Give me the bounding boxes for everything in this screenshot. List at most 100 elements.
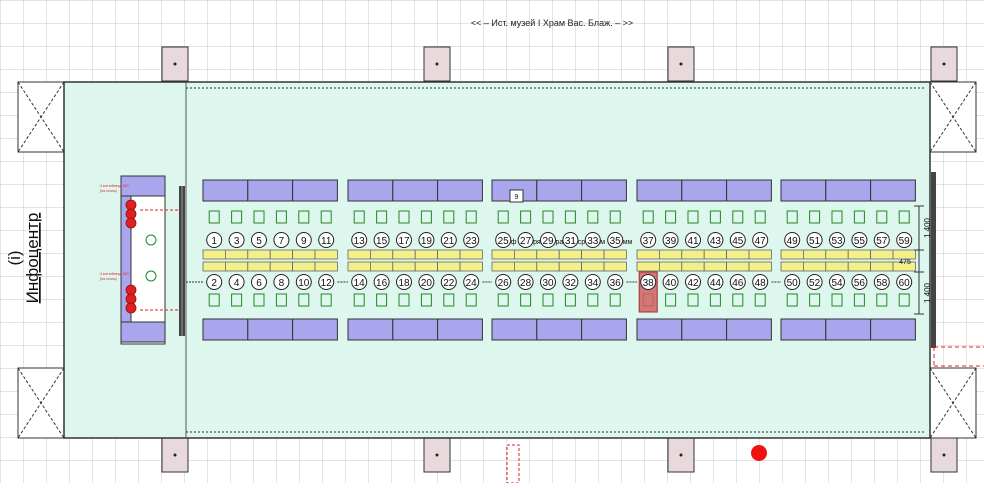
counter-bottom (636, 318, 683, 341)
table-top (681, 249, 705, 260)
counter-bottom (581, 318, 627, 341)
table-bottom (459, 261, 483, 272)
pillar-dot (435, 453, 439, 457)
booth-suffix: м (600, 239, 605, 246)
booth-number: 56 (854, 278, 866, 289)
booth-number: 48 (755, 278, 767, 289)
booth-number: 28 (520, 278, 532, 289)
table-top (392, 249, 416, 260)
counter-bottom (437, 318, 483, 341)
center-marker-label: 9 (515, 194, 519, 201)
table-top (748, 249, 772, 260)
table-top (892, 249, 916, 260)
red-location-dot[interactable] (751, 445, 767, 461)
table-bottom (825, 261, 849, 272)
market-floor (63, 81, 931, 439)
pillar-dot (173, 453, 177, 457)
booth-number: 1 (211, 236, 217, 247)
booth-number: 51 (809, 236, 821, 247)
table-bottom (847, 261, 872, 272)
table-top (202, 249, 226, 260)
infocenter-text: Инфоцентр (23, 213, 42, 304)
table-top (247, 249, 271, 260)
counter-top (247, 179, 294, 202)
table-top (491, 249, 515, 260)
counter-bottom (726, 318, 772, 341)
pillar-dot (173, 62, 177, 66)
counter-top (870, 179, 916, 202)
booth-number: 29 (542, 236, 554, 247)
counter-top (581, 179, 627, 202)
table-top (803, 249, 827, 260)
booth-number: 52 (809, 278, 821, 289)
counter-top (681, 179, 728, 202)
counter-bottom (491, 318, 538, 341)
table-top (459, 249, 483, 260)
table-bottom (536, 261, 560, 272)
dimension-upper: 1 400 (923, 217, 932, 238)
counter-top (437, 179, 483, 202)
booth-number: 25 (498, 236, 510, 247)
counter-top (536, 179, 583, 202)
booth-number: 38 (643, 278, 655, 289)
market-layout-canvas: << – Ист. музей I Храм Вас. Блаж. – >> (… (0, 0, 984, 484)
booth-number: 2 (211, 278, 217, 289)
table-bottom (681, 261, 705, 272)
booth-number: 24 (466, 278, 478, 289)
waste-bin (125, 199, 137, 211)
table-bottom (224, 261, 249, 272)
counter-top (780, 179, 827, 202)
pillar-dot (679, 62, 683, 66)
pillar-dot (679, 453, 683, 457)
table-bottom (803, 261, 827, 272)
table-bottom (414, 261, 439, 272)
table-bottom (581, 261, 605, 272)
booth-number: 59 (899, 236, 911, 247)
dimension-lower: 1 400 (923, 282, 932, 303)
pillar-dot (942, 453, 946, 457)
table-top (347, 249, 371, 260)
table-top (269, 249, 294, 260)
table-bottom (202, 261, 226, 272)
counter-bottom (247, 318, 294, 341)
entrance-note-2: (на столы) (100, 189, 117, 193)
pillar-dot (942, 62, 946, 66)
booth-number: 54 (831, 278, 843, 289)
booth-number: 35 (610, 236, 622, 247)
table-top (314, 249, 338, 260)
table-bottom (514, 261, 538, 272)
booth-number: 39 (665, 236, 677, 247)
counter-top (825, 179, 872, 202)
table-bottom (636, 261, 660, 272)
counter-top (636, 179, 683, 202)
counter-bottom (870, 318, 916, 341)
table-bottom (369, 261, 394, 272)
counter-bottom (347, 318, 394, 341)
booth-number: 20 (421, 278, 433, 289)
booth-suffix: ф (511, 239, 517, 246)
counter-bottom (780, 318, 827, 341)
entrance-note-4: (на столы) (100, 277, 117, 281)
booth-number: 11 (321, 236, 332, 247)
floor-plan: << – Ист. музей I Храм Вас. Блаж. – >> (… (0, 0, 984, 484)
booth-number: 42 (687, 278, 699, 289)
booth-number: 31 (565, 236, 577, 247)
nav-header[interactable]: << – Ист. музей I Храм Вас. Блаж. – >> (471, 18, 633, 28)
booth-number: 50 (787, 278, 799, 289)
booth-suffix: мм (623, 239, 633, 246)
waste-bin (125, 293, 137, 305)
table-top (659, 249, 683, 260)
booth-number: 23 (466, 236, 478, 247)
center-marker[interactable]: 9 (509, 189, 524, 203)
booth-number: 13 (354, 236, 366, 247)
booth-number: 41 (687, 236, 699, 247)
booth-number: 32 (565, 278, 577, 289)
table-top (536, 249, 560, 260)
waste-bin (125, 284, 137, 296)
table-bottom (748, 261, 772, 272)
table-bottom (703, 261, 728, 272)
booth-number: 55 (854, 236, 866, 247)
booth-number: 5 (256, 236, 262, 247)
counter-top (292, 179, 338, 202)
booth-number: 58 (876, 278, 888, 289)
